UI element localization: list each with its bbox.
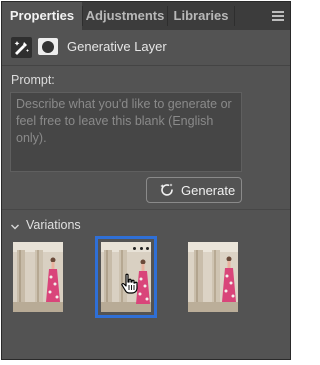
properties-panel: Properties Adjustments Libraries Generat…: [1, 1, 291, 360]
layer-info-row: Generative Layer: [2, 30, 290, 64]
variations-section-header[interactable]: Variations: [2, 214, 290, 236]
variations-label: Variations: [26, 218, 81, 232]
generate-refresh-icon: [159, 182, 175, 198]
prompt-input[interactable]: [10, 92, 242, 172]
prompt-label: Prompt:: [11, 73, 55, 87]
chevron-down-icon[interactable]: [10, 219, 20, 230]
tab-libraries[interactable]: Libraries: [168, 2, 234, 30]
variation-thumbnail-1[interactable]: [13, 242, 63, 312]
generate-button[interactable]: Generate: [146, 177, 242, 203]
hamburger-menu-icon[interactable]: [272, 11, 284, 23]
more-options-icon[interactable]: [133, 244, 149, 252]
layer-mask-icon: [38, 38, 58, 55]
divider: [2, 65, 290, 66]
generate-button-label: Generate: [181, 183, 236, 198]
divider: [2, 209, 290, 210]
hand-cursor-icon: [120, 273, 140, 295]
tab-divider: [234, 6, 235, 26]
panel-tabbar: Properties Adjustments Libraries: [2, 2, 290, 30]
generative-fill-icon: [11, 37, 32, 58]
tab-adjustments[interactable]: Adjustments: [83, 2, 167, 30]
layer-title: Generative Layer: [67, 39, 167, 54]
variation-thumbnail-3[interactable]: [188, 242, 238, 312]
tab-properties[interactable]: Properties: [2, 2, 82, 30]
